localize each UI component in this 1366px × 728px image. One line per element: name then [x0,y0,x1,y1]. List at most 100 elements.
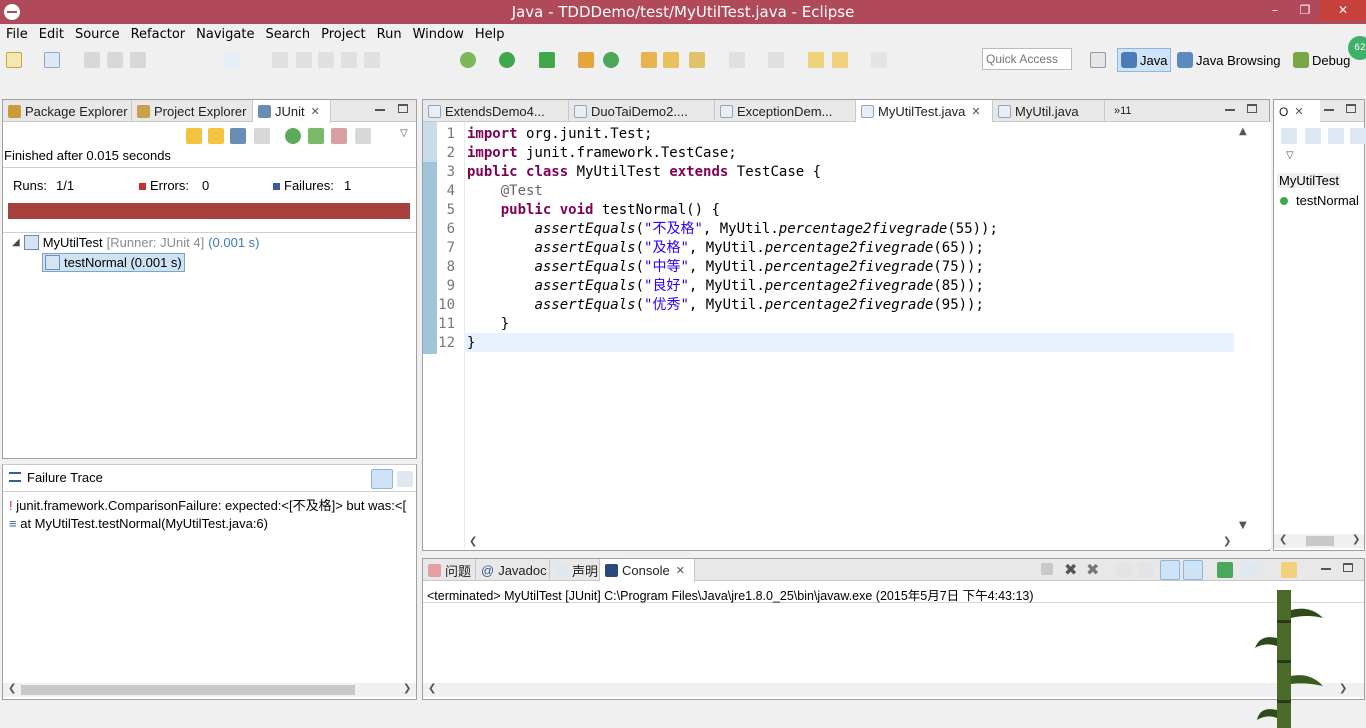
minimize-outline-button[interactable] [1324,109,1334,111]
quick-access-input[interactable] [982,48,1072,70]
previous-annotation-icon[interactable] [768,52,784,68]
tab-myutil[interactable]: MyUtil.java [993,100,1105,122]
maximize-view-button[interactable] [398,104,408,113]
scroll-right-icon[interactable]: ❯ [1339,683,1347,694]
open-type-icon[interactable] [663,52,679,68]
run-icon[interactable] [499,52,515,68]
menu-window[interactable]: Window [407,27,469,42]
tab-console[interactable]: Console ✕ [600,559,695,582]
menu-run[interactable]: Run [371,27,407,42]
new-dropdown-icon[interactable] [44,52,60,68]
scroll-thumb[interactable] [21,685,355,695]
menu-file[interactable]: File [0,27,33,42]
minimize-console-button[interactable] [1321,568,1331,570]
show-on-error-icon[interactable] [1183,560,1203,580]
menu-navigate[interactable]: Navigate [190,27,259,42]
filter-stack-icon[interactable] [371,469,393,489]
outline-class[interactable]: MyUtilTest [1277,173,1341,188]
link-icon[interactable] [318,52,334,68]
terminate-icon[interactable] [1041,563,1053,575]
pin-console-icon[interactable] [1217,562,1233,578]
maximize-outline-button[interactable] [1346,104,1356,113]
tree-item-testclass[interactable]: ◢ MyUtilTest [Runner: JUnit 4] (0.001 s) [12,233,260,252]
display-console-icon[interactable] [1241,562,1257,578]
maximize-console-button[interactable] [1343,563,1353,572]
forward-icon[interactable] [871,52,887,68]
collapse-all-icon[interactable] [1305,128,1321,144]
console-horizontal-scrollbar[interactable]: ❮ ❯ [423,683,1364,697]
scroll-lock-icon[interactable] [254,128,270,144]
view-menu-icon[interactable]: ▽ [1286,150,1294,161]
show-failures-only-icon[interactable] [230,128,246,144]
menu-search[interactable]: Search [259,27,315,42]
new-package-icon[interactable] [641,52,657,68]
menu-help[interactable]: Help [469,27,510,42]
compare-result-icon[interactable] [397,471,413,487]
pin-icon[interactable] [224,52,240,68]
perspective-debug[interactable]: Debug [1290,48,1353,72]
menu-source[interactable]: Source [69,27,125,42]
debug-icon[interactable] [460,52,476,68]
rerun-test-icon[interactable] [285,128,301,144]
pen-icon[interactable] [296,52,312,68]
close-icon[interactable]: ✕ [1294,105,1303,118]
close-button[interactable]: ✕ [1320,0,1366,20]
next-annotation-icon[interactable] [729,52,745,68]
scroll-right-icon[interactable]: ❯ [403,683,411,694]
new-icon[interactable] [6,52,22,68]
save-all-icon[interactable] [107,52,123,68]
back-icon[interactable] [832,52,848,68]
tab-duotaidemo[interactable]: DuoTaiDemo2.... [569,100,715,122]
minimize-view-button[interactable] [375,109,385,111]
open-perspective-icon[interactable] [1090,52,1106,68]
scroll-left-icon[interactable]: ❮ [469,536,477,547]
remove-all-icon[interactable]: ✖ [1086,560,1099,579]
tab-extendsdemo[interactable]: ExtendsDemo4... [423,100,569,122]
block-select-icon[interactable] [341,52,357,68]
print-icon[interactable] [130,52,146,68]
close-icon[interactable]: ✕ [676,564,685,577]
close-icon[interactable]: ✕ [971,105,980,118]
scroll-right-icon[interactable]: ❯ [1352,534,1360,545]
previous-failure-icon[interactable] [208,128,224,144]
remove-launch-icon[interactable]: ✖ [1064,560,1077,579]
new-java-project-icon[interactable] [603,52,619,68]
perspective-java-browsing[interactable]: Java Browsing [1174,48,1284,72]
scroll-thumb[interactable] [1306,536,1334,546]
minimize-editor-button[interactable] [1225,109,1235,111]
view-menu-icon[interactable]: ▽ [400,128,408,139]
tab-javadoc[interactable]: @ Javadoc [476,559,550,581]
scroll-left-icon[interactable]: ❮ [8,683,16,694]
coverage-icon[interactable] [539,52,555,68]
last-edit-icon[interactable] [808,52,824,68]
menu-edit[interactable]: Edit [33,27,69,42]
tab-outline[interactable]: O ✕ [1274,100,1320,123]
whitespace-icon[interactable] [364,52,380,68]
tab-declaration[interactable]: 声明 [550,559,600,581]
scroll-left-icon[interactable]: ❮ [1279,534,1287,545]
outline-method[interactable]: testNormal [1280,193,1359,208]
scroll-up-icon[interactable]: ▲ [1239,126,1247,137]
rerun-failures-icon[interactable] [308,128,324,144]
menu-project[interactable]: Project [315,27,370,42]
close-icon[interactable]: ✕ [311,105,320,118]
sort-icon[interactable] [1281,128,1297,144]
hide-fields-icon[interactable] [1328,128,1344,144]
tab-myutiltest[interactable]: MyUtilTest.java ✕ [856,100,993,123]
external-tools-icon[interactable] [578,52,594,68]
scroll-lock-icon[interactable] [1137,562,1153,578]
trace-horizontal-scrollbar[interactable]: ❮ ❯ [3,683,416,697]
history-icon[interactable] [355,128,371,144]
tab-junit[interactable]: JUnit ✕ [253,100,331,123]
tree-item-testmethod[interactable]: testNormal (0.001 s) [42,253,185,272]
collapse-arrow-icon[interactable]: ◢ [12,237,20,248]
hide-static-icon[interactable] [1350,128,1366,144]
next-failure-icon[interactable] [186,128,202,144]
tab-package-explorer[interactable]: Package Explorer [3,100,132,122]
toggle-mark-icon[interactable] [272,52,288,68]
save-icon[interactable] [84,52,100,68]
minimize-button[interactable]: – [1260,0,1290,20]
maximize-button[interactable]: ❐ [1290,0,1320,20]
code-editor[interactable]: 1 2 3 4 5 6 7 8 9 10 11 12 import org.ju… [423,122,1271,549]
tab-problems[interactable]: 问题 [423,559,476,581]
